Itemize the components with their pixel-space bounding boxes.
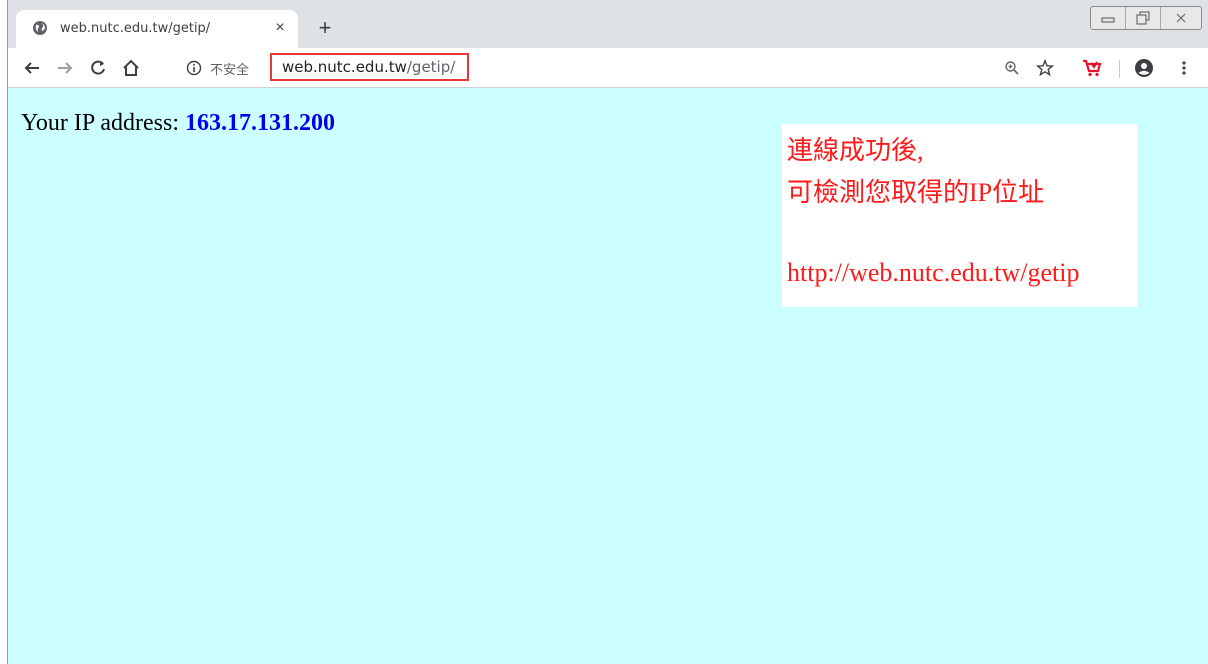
reload-button[interactable]	[86, 56, 110, 80]
security-label: 不安全	[210, 62, 250, 78]
annotation-note: 連線成功後, 可檢測您取得的IP位址 http://web.nutc.edu.t…	[782, 124, 1137, 307]
toolbar-separator	[1119, 60, 1120, 78]
url-path: /getip/	[406, 58, 456, 76]
note-line-1: 連線成功後,	[787, 136, 924, 165]
extension-cart-icon	[1083, 59, 1102, 77]
arrow-right-icon	[58, 62, 73, 74]
tab-close-button[interactable]: ×	[270, 18, 290, 38]
close-button[interactable]	[1161, 7, 1201, 29]
zoom-button[interactable]	[1000, 56, 1024, 80]
restore-button[interactable]	[1126, 7, 1161, 29]
window-controls	[1090, 6, 1202, 30]
home-icon	[123, 59, 139, 76]
address-bar[interactable]: web.nutc.edu.tw/getip/	[270, 53, 469, 81]
close-icon	[1176, 13, 1186, 23]
star-icon	[1036, 59, 1054, 77]
site-info-button[interactable]: 不安全	[186, 58, 249, 78]
bookmark-button[interactable]	[1033, 56, 1057, 80]
tab-title: web.nutc.edu.tw/getip/	[60, 21, 211, 36]
page-content: Your IP address: 163.17.131.200 連線成功後, 可…	[8, 88, 1208, 664]
info-icon	[186, 60, 202, 76]
tab-strip: web.nutc.edu.tw/getip/ × +	[8, 0, 1208, 48]
forward-button[interactable]	[53, 56, 77, 80]
account-button[interactable]	[1132, 56, 1156, 80]
tab-getip[interactable]: web.nutc.edu.tw/getip/ ×	[16, 10, 298, 48]
ip-address-line: Your IP address: 163.17.131.200	[21, 110, 335, 137]
browser-window: web.nutc.edu.tw/getip/ × + 不安全 web.nutc.…	[7, 0, 1208, 664]
minimize-button[interactable]	[1091, 7, 1126, 29]
reload-icon	[91, 60, 105, 75]
new-tab-button[interactable]: +	[313, 16, 337, 40]
url-host: web.nutc.edu.tw	[282, 58, 407, 76]
back-button[interactable]	[20, 56, 44, 80]
arrow-left-icon	[24, 62, 39, 74]
minimize-icon	[1101, 17, 1115, 23]
home-button[interactable]	[119, 56, 143, 80]
menu-icon	[1182, 61, 1186, 75]
browser-toolbar: 不安全 web.nutc.edu.tw/getip/	[8, 48, 1208, 88]
note-line-2: 可檢測您取得的IP位址	[787, 178, 1045, 207]
url-text: web.nutc.edu.tw/getip/	[282, 58, 455, 76]
extension-button[interactable]	[1080, 56, 1104, 80]
note-url: http://web.nutc.edu.tw/getip	[787, 258, 1080, 287]
restore-icon	[1136, 11, 1150, 25]
menu-button[interactable]	[1172, 56, 1196, 80]
globe-icon	[33, 21, 47, 35]
account-icon	[1135, 59, 1153, 77]
ip-label: Your IP address:	[21, 110, 186, 136]
zoom-icon	[1005, 61, 1019, 75]
ip-value: 163.17.131.200	[185, 110, 336, 136]
